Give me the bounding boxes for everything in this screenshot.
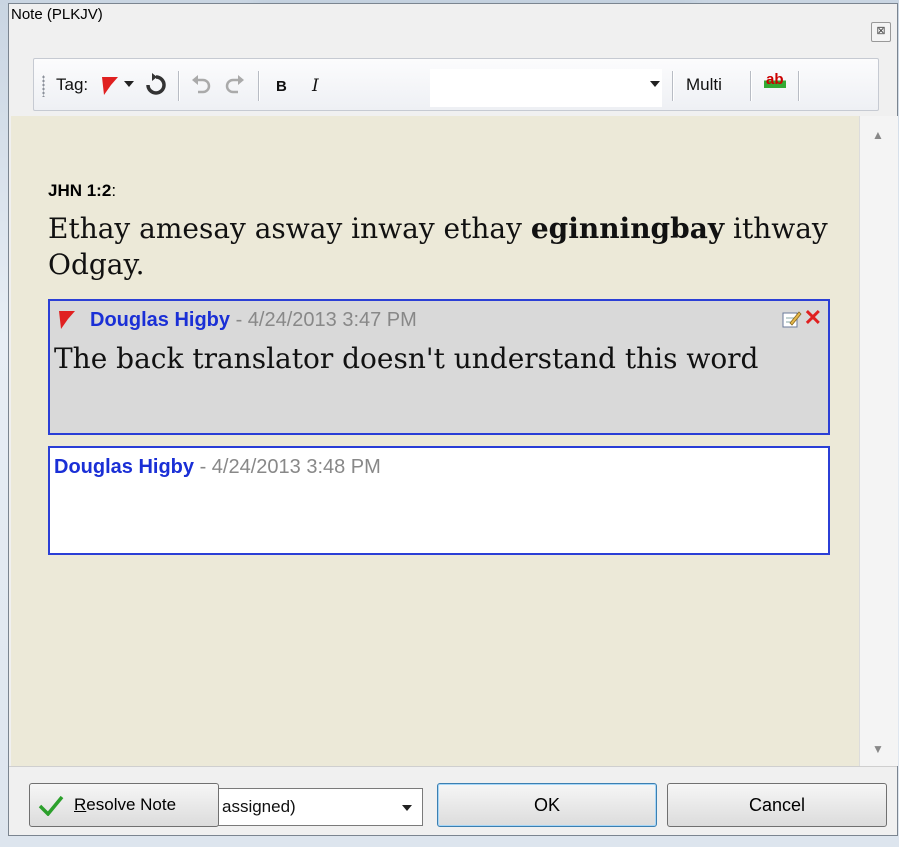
font-select[interactable]: [430, 69, 662, 107]
ok-button[interactable]: OK: [437, 783, 657, 827]
flag-icon[interactable]: [100, 75, 120, 97]
tag-label: Tag:: [56, 75, 89, 94]
refresh-icon[interactable]: [144, 73, 168, 97]
comment-header: Douglas Higby - 4/24/2013 3:48 PM: [54, 456, 381, 479]
comment-author: Douglas Higby: [54, 456, 195, 478]
note-content-area: JHN 1:2: Ethay amesay asway inway ethay …: [11, 116, 859, 766]
spellcheck-icon[interactable]: ab: [764, 71, 786, 88]
toolbar-grip-icon[interactable]: [42, 75, 45, 97]
separator: [750, 71, 752, 101]
window-title: Note (PLKJV): [11, 6, 103, 23]
comment-author: Douglas Higby: [90, 309, 231, 331]
separator: [798, 71, 800, 101]
vertical-scrollbar[interactable]: ▲ ▼: [859, 116, 898, 766]
chevron-down-icon[interactable]: [124, 81, 134, 87]
bold-button[interactable]: B: [276, 78, 287, 95]
undo-icon[interactable]: [190, 74, 212, 96]
verse-reference: JHN 1:2:: [48, 181, 117, 200]
comment-header: Douglas Higby - 4/24/2013 3:47 PM: [90, 309, 417, 332]
comment-timestamp: - 4/24/2013 3:47 PM: [230, 309, 417, 331]
comment-card[interactable]: Douglas Higby - 4/24/2013 3:47 PM ✕ The …: [48, 299, 830, 435]
comment-timestamp: - 4/24/2013 3:48 PM: [194, 456, 381, 478]
assign-select[interactable]: assigned): [217, 788, 423, 826]
cancel-button[interactable]: Cancel: [667, 783, 887, 827]
scroll-down-icon[interactable]: ▼: [872, 742, 884, 756]
separator: [672, 71, 674, 101]
edit-icon[interactable]: [782, 309, 802, 329]
resolve-note-button[interactable]: Resolve Note: [29, 783, 219, 827]
note-dialog: Note (PLKJV) ⊠ Tag: B I Multi ab JHN 1:2…: [8, 3, 898, 836]
flag-icon: [59, 311, 75, 329]
separator: [178, 71, 180, 101]
comment-body: The back translator doesn't understand t…: [54, 342, 759, 375]
redo-icon[interactable]: [224, 74, 246, 96]
font-dropdown-icon[interactable]: [650, 81, 660, 87]
italic-button[interactable]: I: [312, 76, 319, 96]
toolbar: Tag: B I Multi ab: [33, 58, 879, 111]
checkmark-icon: [38, 795, 64, 816]
dialog-footer: Resolve Note assigned) OK Cancel: [9, 766, 897, 835]
chevron-down-icon[interactable]: [402, 805, 412, 811]
close-button[interactable]: ⊠: [871, 22, 891, 42]
scroll-up-icon[interactable]: ▲: [872, 128, 884, 142]
separator: [258, 71, 260, 101]
reply-comment-card[interactable]: Douglas Higby - 4/24/2013 3:48 PM: [48, 446, 830, 555]
multi-button[interactable]: Multi: [686, 75, 722, 95]
verse-text: Ethay amesay asway inway ethay eginningb…: [48, 212, 828, 281]
delete-icon[interactable]: ✕: [804, 305, 822, 331]
